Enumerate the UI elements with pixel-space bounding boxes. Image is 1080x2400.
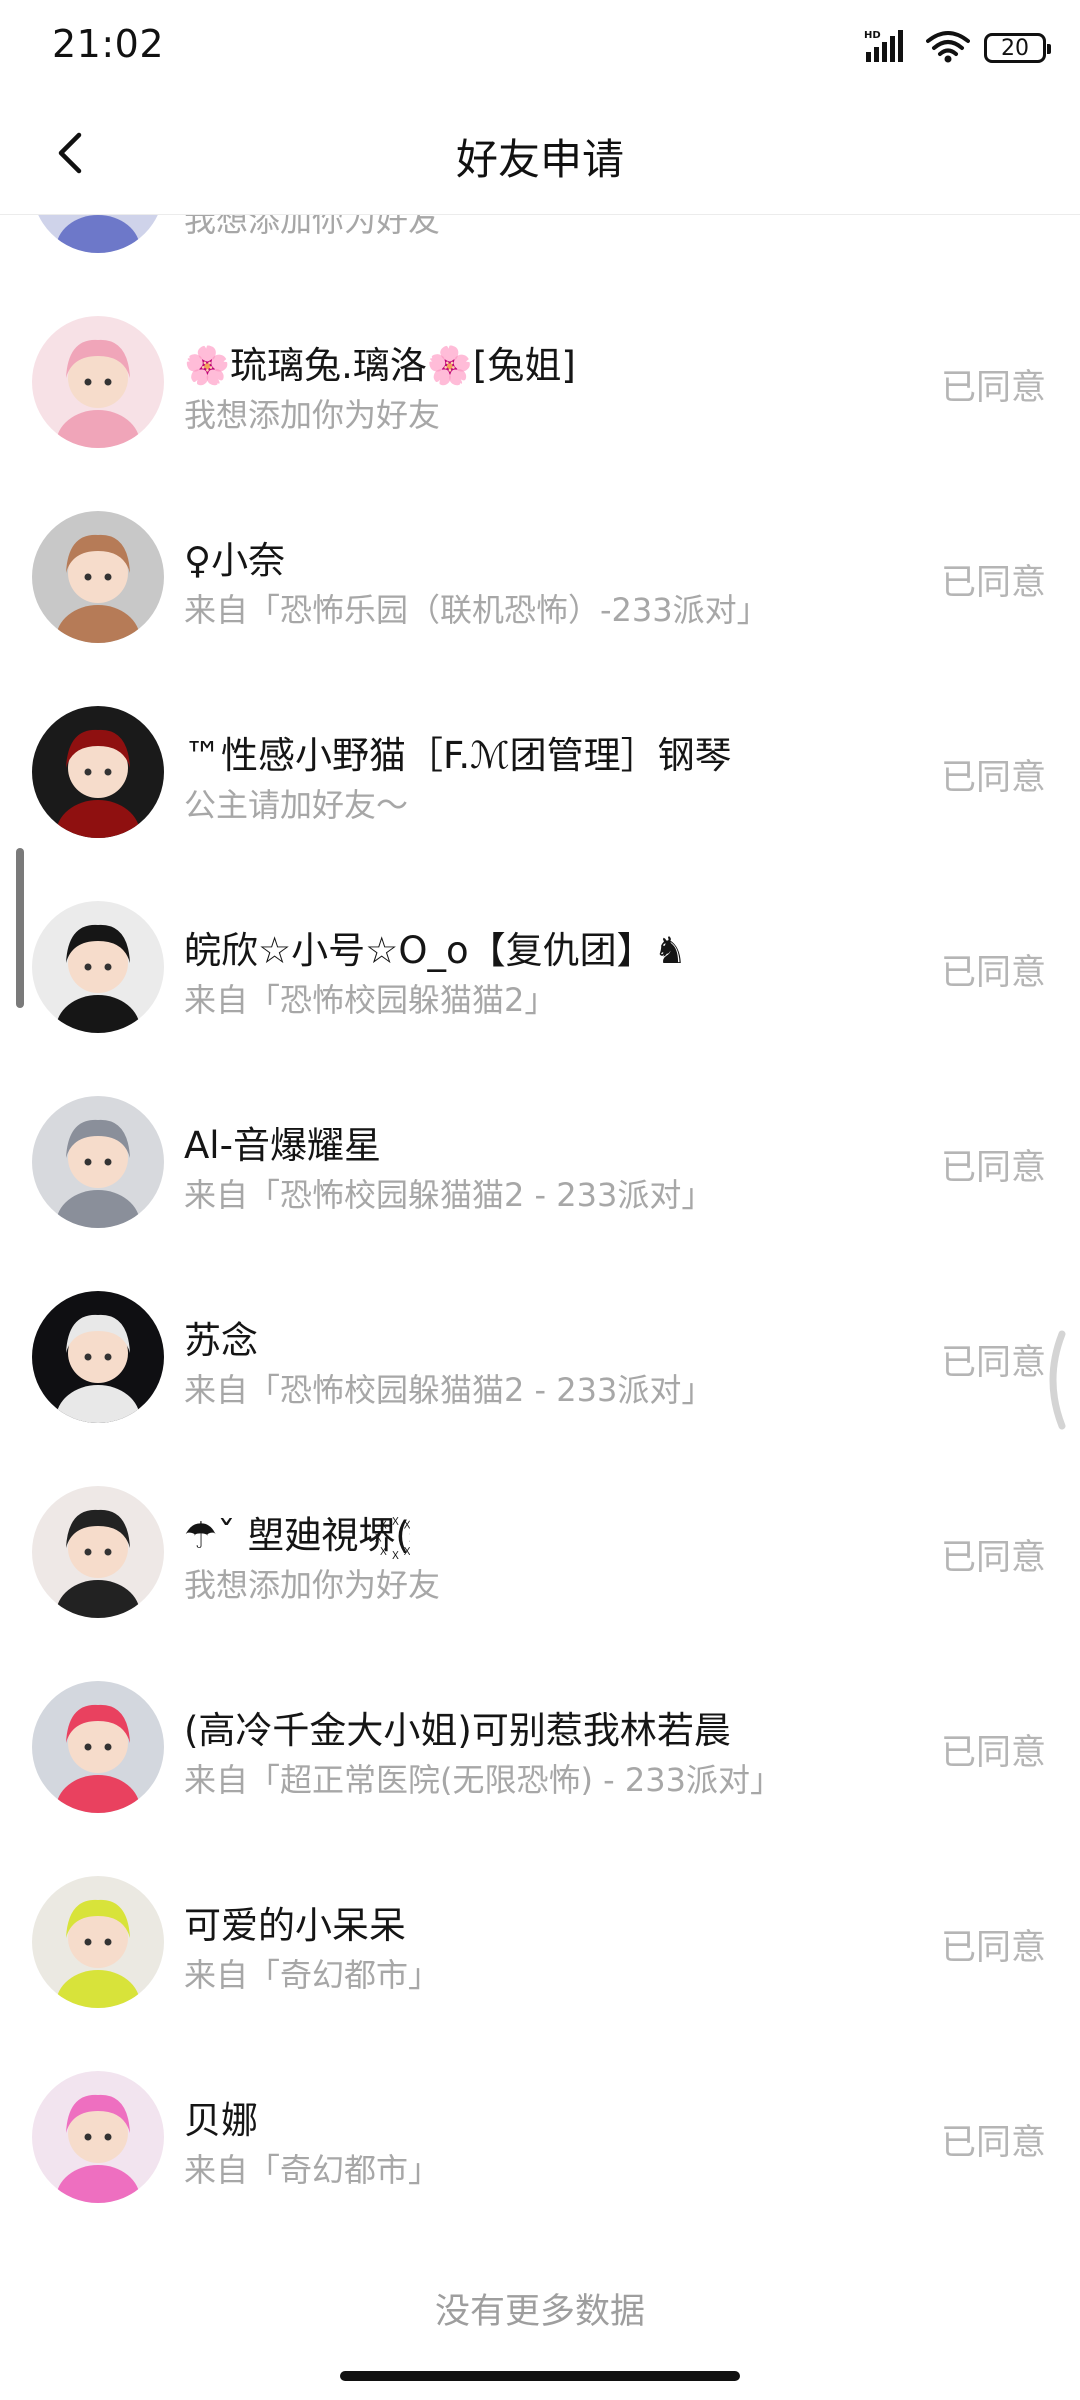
avatar[interactable] — [32, 215, 164, 253]
avatar[interactable] — [32, 2071, 164, 2203]
header: 好友申请 — [0, 96, 1080, 215]
request-name: ™性感小野猫［F.ℳ团管理］钢琴 — [184, 734, 732, 777]
request-subtitle: 来自「恐怖校园躲猫猫2 - 233派对」 — [184, 1371, 714, 1409]
status-bar: 21:02 HD 20 — [0, 0, 1080, 96]
scroll-indicator — [16, 848, 24, 1008]
home-indicator[interactable] — [340, 2371, 740, 2381]
request-subtitle: 来自「奇幻都市」 — [184, 1956, 441, 1994]
friend-request-row[interactable]: 我想添加你为好友已同意 — [0, 215, 1080, 285]
avatar[interactable] — [32, 1486, 164, 1618]
friend-request-row[interactable]: 贝娜来自「奇幻都市」 已同意 — [0, 2040, 1080, 2235]
request-subtitle: 我想添加你为好友 — [184, 396, 441, 434]
avatar[interactable] — [32, 1096, 164, 1228]
avatar[interactable] — [32, 901, 164, 1033]
request-status: 已同意 — [940, 1343, 1046, 1383]
battery-icon: 20 — [984, 33, 1051, 63]
friend-request-row[interactable]: 苏念来自「恐怖校园躲猫猫2 - 233派对」 已同意 — [0, 1260, 1080, 1455]
avatar[interactable] — [32, 511, 164, 643]
request-name: 贝娜 — [184, 2099, 258, 2142]
request-name: 可爱的小呆呆 — [184, 1904, 406, 1947]
request-status: 已同意 — [940, 1538, 1046, 1578]
avatar[interactable] — [32, 316, 164, 448]
request-subtitle: 公主请加好友～ — [184, 786, 409, 824]
friend-request-row[interactable]: 可爱的小呆呆来自「奇幻都市」 已同意 — [0, 1845, 1080, 2040]
friend-request-row[interactable]: ™性感小野猫［F.ℳ团管理］钢琴公主请加好友～ 已同意 — [0, 675, 1080, 870]
request-subtitle: 来自「恐怖乐园（联机恐怖）-233派对」 — [184, 591, 769, 629]
request-subtitle: 来自「恐怖校园躲猫猫2」 — [184, 981, 557, 1019]
request-name: (高冷千金大小姐)可别惹我林若晨 — [184, 1709, 731, 1752]
signal-icon: HD — [864, 28, 912, 68]
request-name: ☂ˇ 塱廸視堺꙰( — [184, 1514, 410, 1557]
edge-swipe-handle[interactable] — [1040, 1330, 1068, 1430]
page-title: 好友申请 — [455, 135, 624, 184]
friend-request-row[interactable]: ♀小奈来自「恐怖乐园（联机恐怖）-233派对」 已同意 — [0, 480, 1080, 675]
request-name: Al-音爆耀星 — [184, 1124, 381, 1167]
friend-request-row[interactable]: 皖欣☆小号☆O_o【复仇团】♞ 来自「恐怖校园躲猫猫2」 已同意 — [0, 870, 1080, 1065]
request-status: 已同意 — [940, 758, 1046, 798]
avatar[interactable] — [32, 706, 164, 838]
friend-request-row[interactable]: Al-音爆耀星来自「恐怖校园躲猫猫2 - 233派对」 已同意 — [0, 1065, 1080, 1260]
battery-level: 20 — [1001, 35, 1029, 61]
avatar[interactable] — [32, 1876, 164, 2008]
avatar[interactable] — [32, 1291, 164, 1423]
status-icons: HD 20 — [864, 26, 1051, 70]
request-subtitle: 我想添加你为好友 — [184, 215, 441, 239]
request-name: ♀小奈 — [184, 539, 286, 582]
request-name: 苏念 — [184, 1319, 258, 1362]
request-subtitle: 我想添加你为好友 — [184, 1566, 441, 1604]
request-status: 已同意 — [940, 953, 1046, 993]
signal-hd-label: HD — [864, 30, 881, 41]
request-status: 已同意 — [940, 2123, 1046, 2163]
friend-request-list[interactable]: 我想添加你为好友已同意🌸琉璃兔.璃洛🌸[兔姐]我想添加你为好友已同意♀小奈来自「… — [0, 215, 1080, 2265]
request-name: 🌸琉璃兔.璃洛🌸[兔姐] — [184, 344, 576, 387]
request-subtitle: 来自「恐怖校园躲猫猫2 - 233派对」 — [184, 1176, 714, 1214]
friend-request-row[interactable]: 🌸琉璃兔.璃洛🌸[兔姐] 我想添加你为好友 已同意 — [0, 285, 1080, 480]
request-subtitle: 来自「奇幻都市」 — [184, 2151, 441, 2189]
request-status: 已同意 — [940, 563, 1046, 603]
wifi-icon — [926, 29, 970, 67]
request-name: 皖欣☆小号☆O_o【复仇团】♞ — [184, 929, 687, 972]
request-status: 已同意 — [940, 1733, 1046, 1773]
status-time: 21:02 — [52, 22, 165, 66]
request-subtitle: 来自「超正常医院(无限恐怖) - 233派对」 — [184, 1761, 782, 1799]
no-more-data-text: 没有更多数据 — [434, 2292, 645, 2332]
request-status: 已同意 — [940, 1148, 1046, 1188]
request-status: 已同意 — [940, 368, 1046, 408]
friend-request-row[interactable]: ☂ˇ 塱廸視堺꙰( 我想添加你为好友 已同意 — [0, 1455, 1080, 1650]
request-list-content: 我想添加你为好友已同意🌸琉璃兔.璃洛🌸[兔姐]我想添加你为好友已同意♀小奈来自「… — [0, 215, 1080, 2235]
request-status: 已同意 — [940, 1928, 1046, 1968]
friend-request-row[interactable]: (高冷千金大小姐)可别惹我林若晨来自「超正常医院(无限恐怖) - 233派对」 已… — [0, 1650, 1080, 1845]
avatar[interactable] — [32, 1681, 164, 1813]
